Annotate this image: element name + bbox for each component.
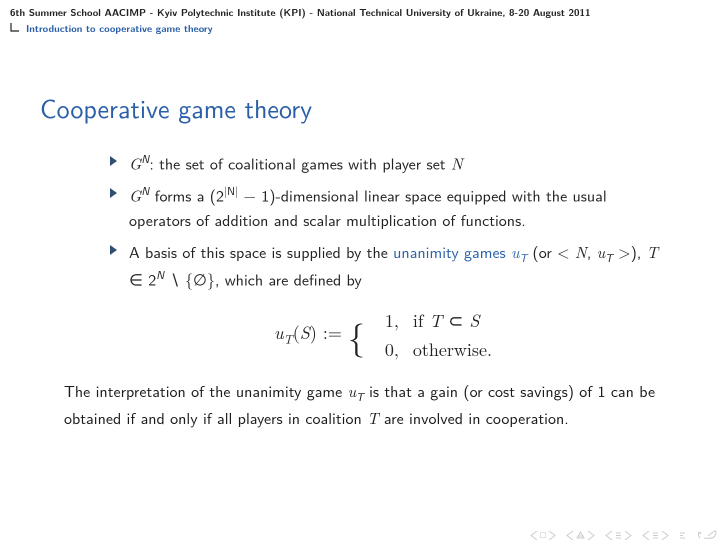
nav-prev-section[interactable] <box>566 531 595 540</box>
triangle-icon <box>110 156 117 166</box>
crumb-icon <box>10 23 20 35</box>
slide-content: GN: the set of coalitional games with pl… <box>0 151 728 365</box>
paragraph: The interpretation of the unanimity game… <box>0 379 728 430</box>
triangle-icon <box>110 188 117 198</box>
equation: uT(S) := { 1, if T ⊂ S 0, otherwise. <box>110 305 664 365</box>
nav-mode[interactable] <box>679 532 686 539</box>
bullet-3: A basis of this space is supplied by the… <box>110 240 664 291</box>
nav-back[interactable] <box>696 530 718 540</box>
slide-header: 6th Summer School AACIMP - Kyiv Polytech… <box>0 0 728 37</box>
breadcrumb: Introduction to cooperative game theory <box>10 22 718 36</box>
section-label: Introduction to cooperative game theory <box>26 22 213 36</box>
bullet-2: GN forms a (2|N| − 1)-dimensional linear… <box>110 183 664 231</box>
nav-footer <box>530 530 718 540</box>
venue-line: 6th Summer School AACIMP - Kyiv Polytech… <box>10 6 718 20</box>
slide-title: Cooperative game theory <box>0 37 728 151</box>
nav-first[interactable] <box>530 531 556 540</box>
bullet-1: GN: the set of coalitional games with pl… <box>110 151 664 175</box>
nav-prev[interactable] <box>605 531 632 540</box>
triangle-icon <box>110 245 117 255</box>
nav-next[interactable] <box>642 531 669 540</box>
